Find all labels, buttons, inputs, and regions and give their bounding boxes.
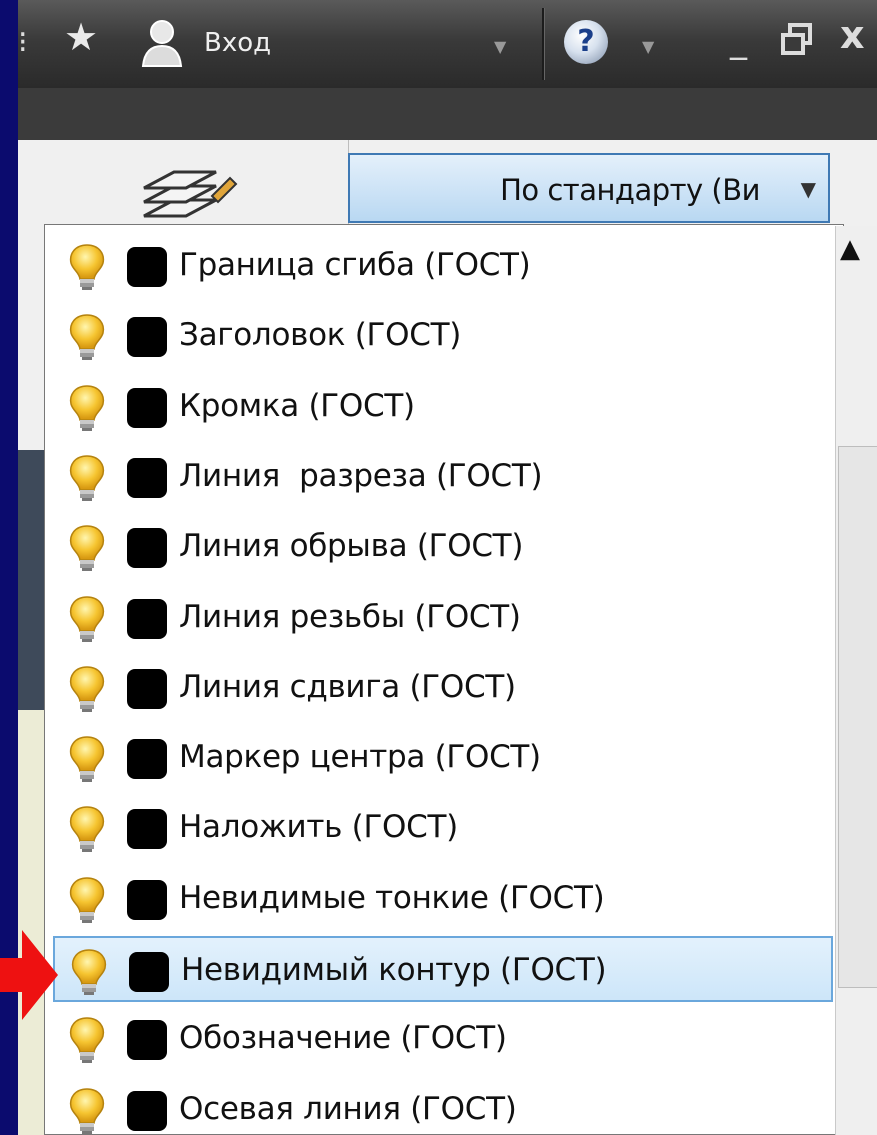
lightbulb-icon[interactable] [67, 665, 107, 713]
layer-label: Наложить (ГОСТ) [179, 809, 458, 846]
restore-button[interactable] [780, 22, 814, 58]
layer-list-item[interactable]: Граница сгиба (ГОСТ) [53, 233, 833, 299]
lightbulb-icon[interactable] [67, 384, 107, 432]
title-bar: ⁝ ★ Вход ▼ ? ▼ _ x [18, 0, 877, 88]
layer-label: Обозначение (ГОСТ) [179, 1020, 507, 1057]
color-swatch-icon[interactable] [127, 317, 167, 358]
overflow-icon[interactable]: ⁝ [18, 28, 28, 58]
lightbulb-icon[interactable] [69, 948, 109, 996]
lightbulb-icon[interactable] [67, 524, 107, 572]
lightbulb-icon[interactable] [67, 454, 107, 502]
layer-label: Линия сдвига (ГОСТ) [179, 668, 516, 705]
layer-list-item[interactable]: Кромка (ГОСТ) [53, 374, 833, 440]
lightbulb-icon[interactable] [67, 735, 107, 783]
lightbulb-icon[interactable] [67, 595, 107, 643]
color-swatch-icon[interactable] [127, 739, 167, 780]
color-swatch-icon[interactable] [127, 809, 167, 850]
layer-list-item[interactable]: Линия разреза (ГОСТ) [53, 444, 833, 510]
scrollbar[interactable]: ▲ [835, 226, 877, 1135]
color-swatch-icon[interactable] [127, 1020, 167, 1061]
lightbulb-icon[interactable] [67, 1087, 107, 1134]
layer-list-item[interactable]: Линия резьбы (ГОСТ) [53, 585, 833, 651]
user-icon[interactable] [140, 18, 184, 68]
scroll-up-icon[interactable]: ▲ [840, 234, 860, 264]
layer-list-item[interactable]: Наложить (ГОСТ) [53, 795, 833, 861]
close-button[interactable]: x [840, 16, 865, 54]
color-swatch-icon[interactable] [129, 952, 169, 992]
lightbulb-icon[interactable] [67, 805, 107, 853]
layer-list-item[interactable]: Невидимые тонкие (ГОСТ) [53, 866, 833, 932]
layer-label: Граница сгиба (ГОСТ) [179, 247, 531, 283]
chevron-down-icon[interactable]: ▼ [494, 34, 506, 60]
lightbulb-icon[interactable] [67, 243, 107, 291]
help-icon[interactable]: ? [564, 20, 608, 64]
chevron-down-icon[interactable]: ▼ [801, 177, 816, 201]
layer-list-item[interactable]: Заголовок (ГОСТ) [53, 303, 833, 369]
color-swatch-icon[interactable] [127, 387, 167, 428]
color-swatch-icon[interactable] [127, 1090, 167, 1131]
layer-dropdown-list[interactable]: Граница сгиба (ГОСТ) Заголовок (ГОСТ) Кром… [44, 224, 844, 1135]
layer-list-item[interactable]: Осевая линия (ГОСТ) [53, 1077, 833, 1134]
layer-label: Маркер центра (ГОСТ) [179, 739, 541, 776]
layer-list-item[interactable]: Маркер центра (ГОСТ) [53, 725, 833, 791]
layer-label: Осевая линия (ГОСТ) [179, 1090, 517, 1127]
color-swatch-icon[interactable] [127, 457, 167, 498]
layer-label: Линия резьбы (ГОСТ) [179, 598, 521, 635]
layer-label: Кромка (ГОСТ) [179, 387, 415, 424]
layer-list-item[interactable]: Невидимый контур (ГОСТ) [53, 936, 833, 1002]
combo-value: По стандарту (Ви [500, 173, 760, 207]
scroll-thumb[interactable] [838, 446, 877, 988]
red-arrow-icon [0, 930, 58, 1020]
layer-label: Линия разреза (ГОСТ) [179, 457, 543, 494]
star-icon[interactable]: ★ [64, 18, 98, 56]
lightbulb-icon[interactable] [67, 1016, 107, 1064]
layer-label: Невидимый контур (ГОСТ) [181, 952, 607, 988]
layer-list-item[interactable]: Линия сдвига (ГОСТ) [53, 655, 833, 721]
layer-label: Невидимые тонкие (ГОСТ) [179, 879, 605, 916]
lightbulb-icon[interactable] [67, 313, 107, 361]
color-swatch-icon[interactable] [127, 528, 167, 569]
ribbon-tabs-strip [18, 88, 877, 140]
minimize-button[interactable]: _ [730, 24, 747, 58]
layer-list-item[interactable]: Линия обрыва (ГОСТ) [53, 514, 833, 580]
layer-list-item[interactable]: Обозначение (ГОСТ) [53, 1006, 833, 1072]
layer-label: Линия обрыва (ГОСТ) [179, 528, 524, 565]
color-swatch-icon[interactable] [127, 598, 167, 639]
lightbulb-icon[interactable] [67, 876, 107, 924]
color-swatch-icon[interactable] [127, 247, 167, 287]
color-swatch-icon[interactable] [127, 668, 167, 709]
layer-label: Заголовок (ГОСТ) [179, 317, 461, 354]
color-swatch-icon[interactable] [127, 879, 167, 920]
login-label[interactable]: Вход [204, 30, 271, 56]
layer-style-combo[interactable]: По стандарту (Ви ▼ [348, 153, 830, 223]
toolbar-divider [542, 8, 545, 80]
chevron-down-icon[interactable]: ▼ [642, 34, 654, 60]
